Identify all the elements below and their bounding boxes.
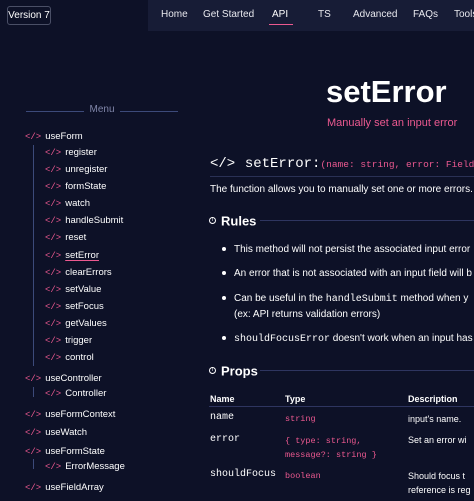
props-heading: i Props xyxy=(209,362,258,380)
prop-description: Set an error wi xyxy=(408,435,467,445)
prop-type: boolean xyxy=(285,471,321,481)
sidebar-item-errormessage[interactable]: </> ErrorMessage xyxy=(45,460,125,474)
nav-ts[interactable]: TS xyxy=(318,9,331,20)
page-title: setError xyxy=(326,74,447,109)
nav-tools[interactable]: Tools xyxy=(454,9,474,20)
rule-item-continuation: (ex: API returns validation errors) xyxy=(234,309,381,320)
nav-advanced[interactable]: Advanced xyxy=(353,9,397,20)
prop-type: string xyxy=(285,414,316,424)
sidebar-item-usefieldarray[interactable]: </> useFieldArray xyxy=(25,481,104,495)
sidebar-item-unregister[interactable]: </> unregister xyxy=(45,163,107,177)
sidebar-item-useformstate[interactable]: </> useFormState xyxy=(25,445,105,459)
prop-description: Should focus t xyxy=(408,471,466,481)
rules-divider xyxy=(260,220,474,221)
tree-line-usecontroller xyxy=(33,387,34,397)
top-nav: Home Get Started API TS Advanced FAQs To… xyxy=(148,0,474,31)
sidebar-item-seterror[interactable]: </> setError xyxy=(45,249,99,263)
sidebar-item-useformcontext[interactable]: </> useFormContext xyxy=(25,408,115,422)
sidebar-item-getvalues[interactable]: </> getValues xyxy=(45,317,107,331)
rule-item: Can be useful in the handleSubmit method… xyxy=(222,291,468,307)
props-divider xyxy=(260,370,474,371)
column-header-type: Type xyxy=(285,394,306,404)
column-header-description: Description xyxy=(408,394,458,404)
prop-description: input's name. xyxy=(408,414,462,424)
rule-item: An error that is not associated with an … xyxy=(222,266,472,281)
sidebar-item-setfocus[interactable]: </> setFocus xyxy=(45,300,104,314)
prop-description: reference is reg xyxy=(408,485,471,495)
prop-type: { type: string, xyxy=(285,436,362,446)
table-header-divider xyxy=(209,406,474,407)
nav-home[interactable]: Home xyxy=(161,9,188,20)
page-subtitle: Manually set an input error xyxy=(327,117,458,129)
tree-line-useform xyxy=(33,145,34,366)
sidebar-item-formstate[interactable]: </> formState xyxy=(45,180,106,194)
sidebar-item-usewatch[interactable]: </> useWatch xyxy=(25,426,87,440)
nav-get-started[interactable]: Get Started xyxy=(203,9,254,20)
sidebar-item-setvalue[interactable]: </> setValue xyxy=(45,283,101,297)
sidebar-item-trigger[interactable]: </> trigger xyxy=(45,334,92,348)
api-signature: </> setError:(name: string, error: Field… xyxy=(210,156,474,172)
intro-text: The function allows you to manually set … xyxy=(210,184,473,195)
rule-item: This method will not persist the associa… xyxy=(222,242,470,257)
sidebar-item-clearerrors[interactable]: </> clearErrors xyxy=(45,266,112,280)
tree-line-useformstate xyxy=(33,459,34,469)
version-selector[interactable]: Version 7 xyxy=(7,6,51,25)
sidebar-menu-title: Menu xyxy=(26,104,178,118)
nav-faqs[interactable]: FAQs xyxy=(413,9,438,20)
nav-active-indicator xyxy=(269,24,293,25)
sidebar-item-control[interactable]: </> control xyxy=(45,351,94,365)
sidebar-item-reset[interactable]: </> reset xyxy=(45,231,86,245)
sidebar-item-useform[interactable]: </> useForm xyxy=(25,130,83,144)
nav-api[interactable]: API xyxy=(272,9,288,20)
rules-heading: i Rules xyxy=(209,212,256,230)
sidebar-item-controller[interactable]: </> Controller xyxy=(45,387,106,401)
sidebar-item-register[interactable]: </> register xyxy=(45,146,97,160)
info-icon: i xyxy=(209,217,216,225)
prop-name: shouldFocus xyxy=(210,469,277,480)
rule-item: shouldFocusError doesn't work when an in… xyxy=(222,331,473,347)
prop-name: name xyxy=(210,412,235,423)
docs-page: { "version_badge": "Version 7", "nav": {… xyxy=(0,0,474,501)
signature-divider xyxy=(210,176,474,177)
sidebar-item-usecontroller[interactable]: </> useController xyxy=(25,372,102,386)
info-icon: i xyxy=(209,367,216,375)
column-header-name: Name xyxy=(210,394,235,404)
prop-type: message?: string } xyxy=(285,450,377,460)
prop-name: error xyxy=(210,434,241,445)
sidebar-item-handlesubmit[interactable]: </> handleSubmit xyxy=(45,214,123,228)
code-icon: </> xyxy=(210,156,236,172)
sidebar-item-watch[interactable]: </> watch xyxy=(45,197,90,211)
